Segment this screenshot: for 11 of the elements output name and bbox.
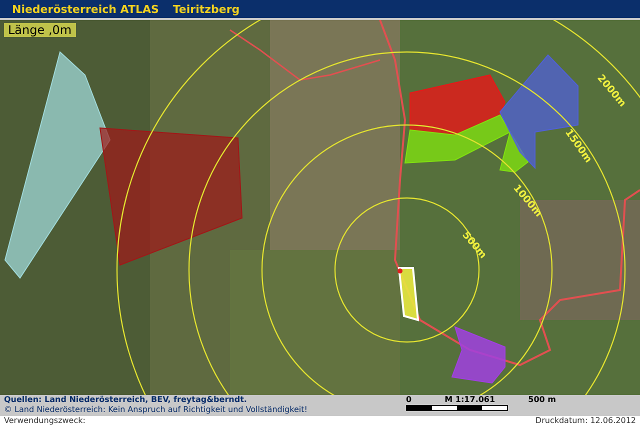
sources-text: Quellen: Land Niederösterreich, BEV, freytag&berndt. bbox=[4, 395, 248, 405]
print-date: Druckdatum: 12.06.2012 bbox=[535, 416, 636, 425]
scale-label: 500 m bbox=[528, 395, 556, 405]
location-marker bbox=[398, 268, 402, 274]
place-name: Teiritzberg bbox=[172, 2, 240, 16]
scale-label: 0 bbox=[406, 395, 412, 405]
scale-ratio: M 1:17.061 bbox=[444, 395, 496, 405]
copyright-text: © Land Niederösterreich: Kein Anspruch auf Richtigkeit und Vollständigkeit! bbox=[4, 405, 308, 415]
app-title: Niederösterreich ATLAS bbox=[12, 2, 159, 16]
purpose-label: Verwendungszweck: bbox=[4, 416, 86, 425]
measure-label: Länge ,0m bbox=[4, 23, 76, 37]
